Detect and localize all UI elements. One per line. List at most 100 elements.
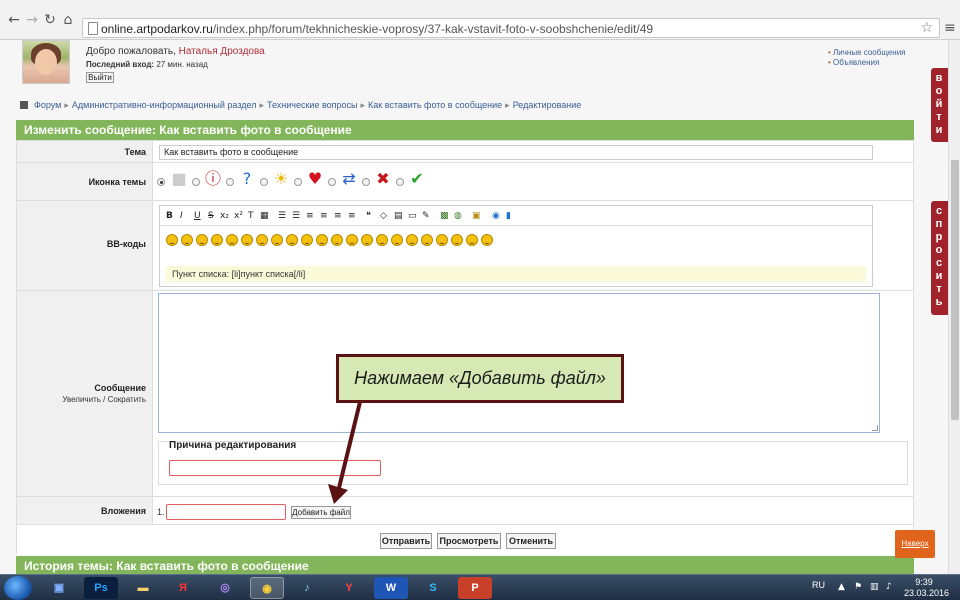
list-item-button[interactable]: ≡ bbox=[306, 210, 314, 222]
enlarge-link[interactable]: Увеличить bbox=[62, 395, 101, 404]
volume-icon[interactable]: ♪ bbox=[886, 582, 896, 592]
shrink-link[interactable]: Сократить bbox=[108, 395, 146, 404]
start-button[interactable] bbox=[4, 576, 32, 600]
login-side-tab[interactable]: войти bbox=[931, 68, 948, 142]
topic-icon-radio-default[interactable] bbox=[157, 178, 165, 186]
chrome-app-icon[interactable]: ◉ bbox=[250, 577, 284, 599]
align-right-button[interactable]: ≡ bbox=[348, 210, 356, 222]
smiley-icon[interactable] bbox=[226, 234, 238, 247]
smiley-icon[interactable] bbox=[256, 234, 268, 247]
subject-input[interactable]: Как вставить фото в сообщение bbox=[159, 145, 873, 160]
bullet-list-button[interactable]: ☰ bbox=[278, 210, 286, 222]
smiley-icon[interactable] bbox=[331, 234, 343, 247]
smiley-icon[interactable] bbox=[211, 234, 223, 247]
table-button[interactable]: ▤ bbox=[394, 210, 403, 222]
announcements-link[interactable]: Объявления bbox=[828, 58, 906, 68]
address-bar[interactable]: online.artpodarkov.ru/index.php/forum/te… bbox=[82, 18, 940, 38]
code-button[interactable]: ◇ bbox=[380, 210, 387, 222]
breadcrumb-item-category[interactable]: Технические вопросы bbox=[267, 100, 358, 110]
topic-icon-radio-cross[interactable] bbox=[362, 178, 370, 186]
smiley-icon[interactable] bbox=[346, 234, 358, 247]
file-explorer-app-icon[interactable]: ▣ bbox=[42, 577, 76, 599]
video-button[interactable]: ▣ bbox=[472, 210, 481, 222]
yandex-browser-app-icon[interactable]: Y bbox=[332, 577, 366, 599]
avatar[interactable] bbox=[22, 40, 70, 84]
network-icon[interactable]: ▥ bbox=[870, 582, 880, 592]
smiley-icon[interactable] bbox=[241, 234, 253, 247]
italic-button[interactable]: I bbox=[180, 210, 183, 222]
bold-button[interactable]: B bbox=[166, 210, 173, 222]
submit-button[interactable]: Отправить bbox=[380, 533, 432, 549]
cancel-button[interactable]: Отменить bbox=[506, 533, 556, 549]
home-icon[interactable]: ⌂ bbox=[60, 12, 76, 28]
logout-button[interactable]: Выйти bbox=[86, 72, 114, 83]
image-button[interactable]: ▩ bbox=[440, 210, 449, 222]
smiley-icon[interactable] bbox=[391, 234, 403, 247]
chart-button[interactable]: ▮ bbox=[506, 210, 511, 222]
smiley-icon[interactable] bbox=[376, 234, 388, 247]
text-size-button[interactable]: T bbox=[248, 210, 254, 222]
smiley-icon[interactable] bbox=[301, 234, 313, 247]
scrollbar-thumb[interactable] bbox=[951, 160, 959, 420]
private-messages-link[interactable]: Личные сообщения bbox=[828, 48, 905, 58]
smiley-icon[interactable] bbox=[181, 234, 193, 247]
system-clock[interactable]: 9:39 23.03.2016 bbox=[904, 577, 949, 599]
align-center-button[interactable]: ≡ bbox=[334, 210, 342, 222]
viber-app-icon[interactable]: ◎ bbox=[208, 577, 242, 599]
smiley-icon[interactable] bbox=[271, 234, 283, 247]
color-button[interactable]: ▦ bbox=[260, 210, 269, 222]
breadcrumb-item-topic[interactable]: Как вставить фото в сообщение bbox=[368, 100, 502, 110]
smiley-icon[interactable] bbox=[451, 234, 463, 247]
powerpoint-app-icon[interactable]: P bbox=[458, 577, 492, 599]
align-left-button[interactable]: ≡ bbox=[320, 210, 328, 222]
topic-icon-radio-swap[interactable] bbox=[328, 178, 336, 186]
topic-icon-radio-exclamation[interactable] bbox=[192, 178, 200, 186]
map-button[interactable]: ◉ bbox=[492, 210, 500, 222]
resize-grip-icon[interactable] bbox=[872, 425, 878, 431]
quote-button[interactable]: ❝ bbox=[366, 210, 371, 222]
smiley-icon[interactable] bbox=[196, 234, 208, 247]
browser-menu-icon[interactable]: ≡ bbox=[944, 20, 956, 36]
breadcrumb-item-edit[interactable]: Редактирование bbox=[513, 100, 582, 110]
smiley-icon[interactable] bbox=[361, 234, 373, 247]
numbered-list-button[interactable]: ☰ bbox=[292, 210, 300, 222]
language-indicator[interactable]: RU bbox=[812, 580, 825, 590]
hide-button[interactable]: ▭ bbox=[408, 210, 417, 222]
smiley-icon[interactable] bbox=[406, 234, 418, 247]
breadcrumb-item-section[interactable]: Административно-информационный раздел bbox=[72, 100, 257, 110]
yandex-app-icon[interactable]: Я bbox=[166, 577, 200, 599]
topic-icon-radio-check[interactable] bbox=[396, 178, 404, 186]
page-scrollbar[interactable] bbox=[948, 40, 960, 574]
topic-icon-radio-idea[interactable] bbox=[260, 178, 268, 186]
forward-icon[interactable]: → bbox=[24, 12, 40, 28]
smiley-icon[interactable] bbox=[286, 234, 298, 247]
smiley-icon[interactable] bbox=[466, 234, 478, 247]
smiley-icon[interactable] bbox=[436, 234, 448, 247]
username-link[interactable]: Наталья Дроздова bbox=[179, 46, 265, 57]
back-to-top-button[interactable]: Наверх bbox=[895, 530, 935, 558]
media-app-icon[interactable]: ♪ bbox=[290, 577, 324, 599]
preview-button[interactable]: Просмотреть bbox=[437, 533, 501, 549]
back-icon[interactable]: ← bbox=[6, 12, 22, 28]
subscript-button[interactable]: x₂ bbox=[220, 210, 229, 222]
skype-app-icon[interactable]: S bbox=[416, 577, 450, 599]
topic-icon-radio-heart[interactable] bbox=[294, 178, 302, 186]
ask-side-tab[interactable]: спросить bbox=[931, 201, 948, 315]
link-button[interactable]: ◍ bbox=[454, 210, 462, 222]
tray-expand-icon[interactable]: ▲ bbox=[838, 582, 848, 592]
action-center-icon[interactable]: ⚑ bbox=[854, 582, 864, 592]
photoshop-app-icon[interactable]: Ps bbox=[84, 577, 118, 599]
bookmark-star-icon[interactable]: ☆ bbox=[920, 20, 933, 36]
word-app-icon[interactable]: W bbox=[374, 577, 408, 599]
spoiler-button[interactable]: ✎ bbox=[422, 210, 430, 222]
smiley-icon[interactable] bbox=[421, 234, 433, 247]
smiley-icon[interactable] bbox=[316, 234, 328, 247]
attachment-input[interactable] bbox=[166, 504, 286, 520]
folder-app-icon[interactable]: ▬ bbox=[126, 577, 160, 599]
underline-button[interactable]: U bbox=[194, 210, 201, 222]
topic-icon-radio-question[interactable] bbox=[226, 178, 234, 186]
smiley-icon[interactable] bbox=[481, 234, 493, 247]
strike-button[interactable]: S bbox=[208, 210, 214, 222]
reload-icon[interactable]: ↻ bbox=[42, 12, 58, 28]
superscript-button[interactable]: x² bbox=[234, 210, 243, 222]
